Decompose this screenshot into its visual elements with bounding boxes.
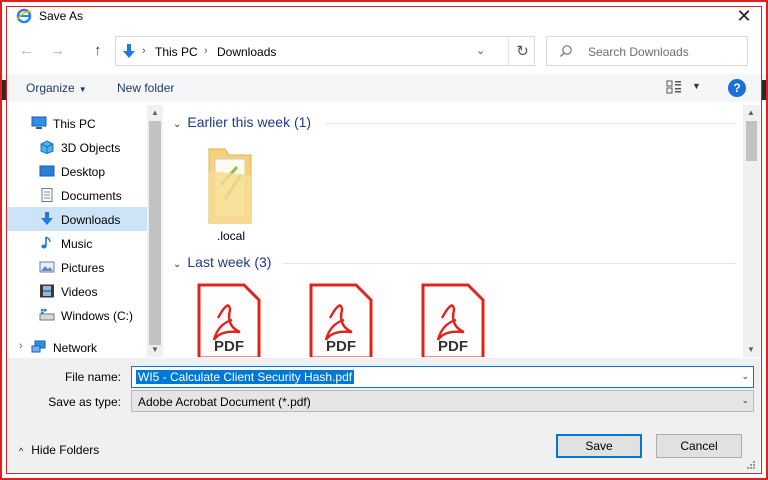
highlight-frame [0, 0, 768, 480]
